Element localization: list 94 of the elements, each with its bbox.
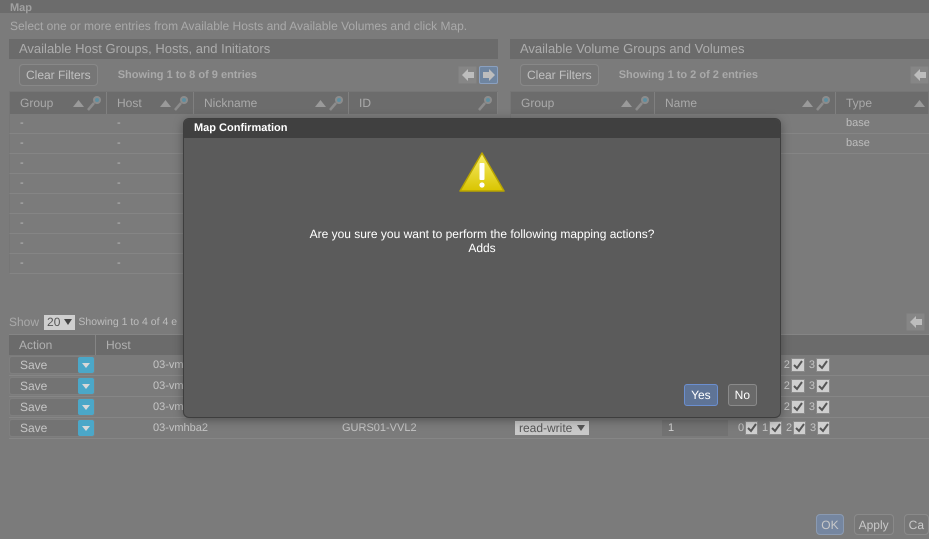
footer-button[interactable]: OK <box>816 514 844 535</box>
table-cell: 03-vmhba2 <box>153 422 208 434</box>
panel-header: Available Host Groups, Hosts, and Initiators <box>9 39 498 59</box>
dialog-title: Map Confirmation <box>184 119 780 138</box>
checkbox[interactable] <box>790 358 805 372</box>
caret-icon <box>64 319 72 325</box>
table-cell: 03-vm <box>153 359 184 371</box>
table-cell: - <box>117 197 121 209</box>
pin-icon <box>173 95 189 111</box>
table-cell: 03-vm <box>153 380 184 392</box>
pin-icon <box>328 95 344 111</box>
checkbox-label: 2 <box>784 380 790 392</box>
column-header[interactable]: Group <box>511 92 655 114</box>
arrow-icon <box>460 69 474 81</box>
checkbox-label: 3 <box>808 359 815 371</box>
column-header[interactable]: Group <box>10 92 107 114</box>
table-cell: - <box>20 237 24 249</box>
footer-button[interactable]: Ca <box>904 514 929 535</box>
caret-icon <box>78 378 94 394</box>
table-cell: - <box>117 257 121 269</box>
checkbox[interactable] <box>816 400 830 414</box>
footer-button[interactable]: Apply <box>854 514 894 535</box>
sort-icon <box>315 100 326 106</box>
dialog-detail: Adds <box>468 241 496 255</box>
table-cell: - <box>20 257 24 269</box>
checkbox-label: 0 <box>738 422 744 434</box>
caret-icon <box>577 425 586 431</box>
checkbox[interactable] <box>816 379 830 393</box>
pin-icon <box>634 95 650 111</box>
sort-icon <box>621 100 632 106</box>
checkbox-label: 3 <box>808 401 815 413</box>
arrow-icon <box>482 69 496 81</box>
table-cell: - <box>117 157 121 169</box>
sort-icon <box>802 100 813 106</box>
checkbox-label: 3 <box>808 380 815 392</box>
access-select[interactable]: read-write <box>515 421 590 435</box>
checkbox-label: 2 <box>784 359 790 371</box>
checkbox[interactable] <box>817 421 830 435</box>
checkbox[interactable] <box>790 400 805 414</box>
caret-icon <box>78 420 94 436</box>
warning-icon <box>459 152 505 192</box>
arrow-icon <box>912 69 926 81</box>
column-header: Action <box>9 335 96 355</box>
pin-icon <box>815 95 831 111</box>
checkbox[interactable] <box>793 421 806 435</box>
table-cell: - <box>117 117 121 129</box>
action-dropdown[interactable]: Save <box>9 356 95 374</box>
pin-icon <box>477 95 493 111</box>
entries-info: Showing 1 to 4 of 4 e <box>78 316 178 328</box>
checkbox[interactable] <box>769 421 782 435</box>
caret-icon <box>78 399 94 415</box>
table-cell: 03-vm <box>153 401 184 413</box>
action-dropdown[interactable]: Save <box>9 419 95 437</box>
column-header[interactable]: Host <box>107 92 194 114</box>
sort-icon <box>160 100 171 106</box>
table-cell: - <box>20 117 24 129</box>
table-cell: GURS01-VVL2 <box>342 422 417 434</box>
table-cell: - <box>117 237 121 249</box>
checkbox-label: 2 <box>784 401 790 413</box>
checkbox[interactable] <box>816 358 830 372</box>
table-cell: - <box>117 137 121 149</box>
table-cell: - <box>20 137 24 149</box>
sort-icon <box>73 100 84 106</box>
checkbox-label: 1 <box>762 422 768 434</box>
table-cell: base <box>846 137 870 149</box>
lun-field[interactable]: 1 <box>662 420 728 436</box>
panel-header: Available Volume Groups and Volumes <box>510 39 929 59</box>
table-cell: - <box>20 157 24 169</box>
column-header[interactable]: ID <box>349 92 498 114</box>
action-dropdown[interactable]: Save <box>9 398 95 416</box>
column-header[interactable]: Name <box>655 92 836 114</box>
table-cell: - <box>20 217 24 229</box>
caret-icon <box>78 357 94 373</box>
pin-icon <box>86 95 102 111</box>
clear-filters-button[interactable]: Clear Filters <box>19 64 98 86</box>
dialog-message: Are you sure you want to perform the following mapping actions? <box>310 227 654 241</box>
checkbox[interactable] <box>745 421 758 435</box>
table-cell: - <box>20 197 24 209</box>
column-header[interactable]: Type <box>836 92 929 114</box>
column-header[interactable]: Nickname <box>194 92 349 114</box>
dialog-button[interactable]: No <box>728 384 757 406</box>
sort-icon <box>914 100 925 106</box>
checkbox-label: 3 <box>810 422 816 434</box>
table-cell: - <box>117 177 121 189</box>
checkbox[interactable] <box>790 379 805 393</box>
clear-filters-button[interactable]: Clear Filters <box>520 64 599 86</box>
page-size-select[interactable]: 20 <box>44 314 76 330</box>
dialog-button[interactable]: Yes <box>684 384 718 406</box>
table-cell: - <box>20 177 24 189</box>
action-dropdown[interactable]: Save <box>9 377 95 395</box>
table-cell: - <box>117 217 121 229</box>
arrow-icon <box>908 316 922 328</box>
checkbox-label: 2 <box>786 422 792 434</box>
table-cell: base <box>846 117 870 129</box>
